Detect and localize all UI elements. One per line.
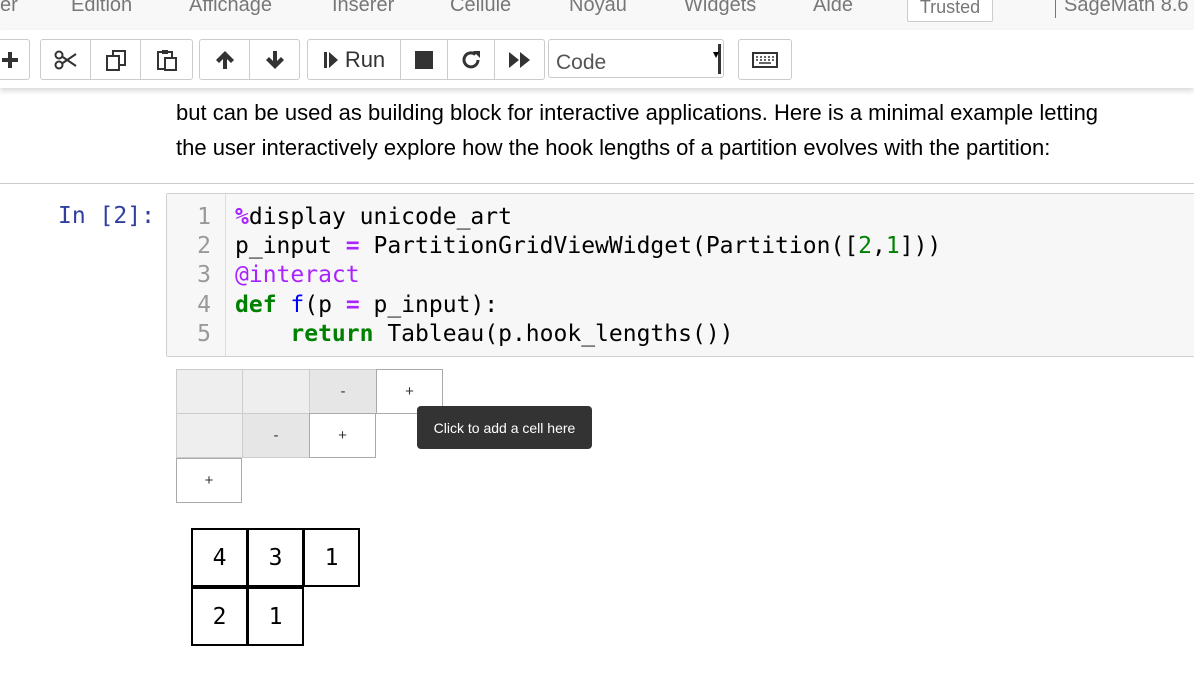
cell-type-select[interactable]: Code: [548, 39, 724, 78]
tableau-cell: 3: [247, 528, 304, 587]
command-palette-button[interactable]: [738, 39, 792, 80]
paste-icon: [156, 49, 177, 71]
kernel-name: SageMath 8.6: [1064, 0, 1189, 16]
run-button[interactable]: Run: [307, 39, 401, 80]
tableau-cell: 1: [303, 528, 360, 587]
tooltip: Click to add a cell here: [417, 406, 592, 449]
interrupt-button[interactable]: [401, 39, 448, 80]
menu-widgets[interactable]: Widgets: [684, 0, 756, 17]
cell-type-value: Code: [556, 51, 607, 74]
number-literal: 1: [885, 233, 900, 259]
kernel-separator: [1055, 0, 1056, 18]
add-cell-button[interactable]: +: [176, 458, 242, 503]
step-forward-icon: [323, 51, 338, 68]
keyword: return: [290, 321, 374, 347]
code-text: Tableau(p.hook_lengths()): [373, 321, 734, 347]
plus-icon: [2, 51, 18, 68]
assign-operator: =: [345, 233, 360, 259]
code-line-2: p_input = PartitionGridViewWidget(Partit…: [235, 232, 941, 261]
magic-operator: %: [235, 204, 249, 230]
menu-file[interactable]: er: [0, 0, 18, 17]
paste-button[interactable]: [141, 39, 193, 80]
tableau-cell: 1: [247, 587, 304, 646]
move-down-button[interactable]: [250, 39, 300, 80]
menu-inserer[interactable]: Insérer: [332, 0, 394, 17]
insert-cell-button[interactable]: [0, 39, 30, 80]
restart-button[interactable]: [448, 39, 495, 80]
markdown-cell[interactable]: but can be used as building block for in…: [176, 95, 1186, 165]
copy-button[interactable]: [91, 39, 141, 80]
code-editor[interactable]: 1 2 3 4 5 %display unicode_art p_input =…: [166, 193, 1194, 357]
code-line-1: %display unicode_art: [235, 203, 512, 232]
redo-icon: [462, 50, 480, 68]
keyboard-group: [738, 39, 792, 80]
edit-group: [40, 39, 193, 80]
run-group: Run: [307, 39, 545, 80]
menu-affichage[interactable]: Affichage: [189, 0, 272, 17]
function-name: f: [290, 292, 305, 318]
cut-button[interactable]: [40, 39, 91, 80]
copy-icon: [105, 49, 126, 71]
tableau-cell: 4: [191, 528, 248, 587]
run-all-button[interactable]: [495, 39, 545, 80]
assign-operator: =: [345, 292, 360, 318]
code-text: display unicode_art: [248, 204, 512, 230]
markdown-line: the user interactively explore how the h…: [176, 135, 1051, 160]
trusted-indicator[interactable]: Trusted: [907, 0, 993, 22]
code-text: p_input):: [359, 292, 499, 318]
toolbar: Run Code: [0, 30, 1194, 88]
code-line-5: return Tableau(p.hook_lengths()): [235, 320, 734, 349]
select-scrollbar: [718, 44, 721, 74]
line-number: 4: [197, 292, 211, 318]
add-cell-button[interactable]: +: [309, 413, 376, 458]
line-number: 1: [197, 204, 211, 230]
code-text: (p: [304, 292, 346, 318]
remove-cell-button[interactable]: -: [309, 369, 377, 414]
keyword: def: [235, 292, 277, 318]
partition-cell: [176, 413, 243, 458]
markdown-line: but can be used as building block for in…: [176, 100, 1099, 125]
insert-group: [0, 39, 30, 80]
line-number: 2: [197, 233, 211, 259]
menu-noyau[interactable]: Noyau: [569, 0, 627, 17]
code-text: ])): [899, 233, 942, 259]
menu-aide[interactable]: Aide: [813, 0, 853, 17]
code-text: PartitionGridViewWidget(Partition([: [359, 233, 859, 259]
number-literal: 2: [858, 233, 872, 259]
keyboard-icon: [752, 51, 778, 68]
line-number: 5: [197, 321, 211, 347]
arrow-down-icon: [265, 50, 284, 69]
menu-cellule[interactable]: Cellule: [450, 0, 511, 17]
decorator: @interact: [235, 262, 360, 288]
partition-cell: [242, 369, 310, 414]
cell-divider: [0, 183, 1194, 184]
input-prompt: In [2]:: [58, 203, 155, 229]
tableau-cell: 2: [191, 587, 248, 646]
chevron-down-icon: [713, 52, 719, 58]
scissors-icon: [54, 50, 77, 69]
menu-edition[interactable]: Edition: [71, 0, 132, 17]
run-label: Run: [344, 46, 386, 72]
move-up-button[interactable]: [199, 39, 250, 80]
partition-cell: [176, 369, 243, 414]
remove-cell-button[interactable]: -: [242, 413, 310, 458]
arrow-up-icon: [215, 50, 234, 69]
line-number: 3: [197, 262, 211, 288]
move-group: [199, 39, 300, 80]
menubar: er Edition Affichage Insérer Cellule Noy…: [0, 0, 1194, 31]
stop-icon: [415, 50, 433, 69]
code-line-4: def f(p = p_input):: [235, 291, 498, 320]
code-text: p_input: [235, 233, 346, 259]
fast-forward-icon: [508, 51, 530, 68]
code-line-3: @interact: [235, 261, 360, 290]
code-text: ,: [872, 233, 886, 259]
